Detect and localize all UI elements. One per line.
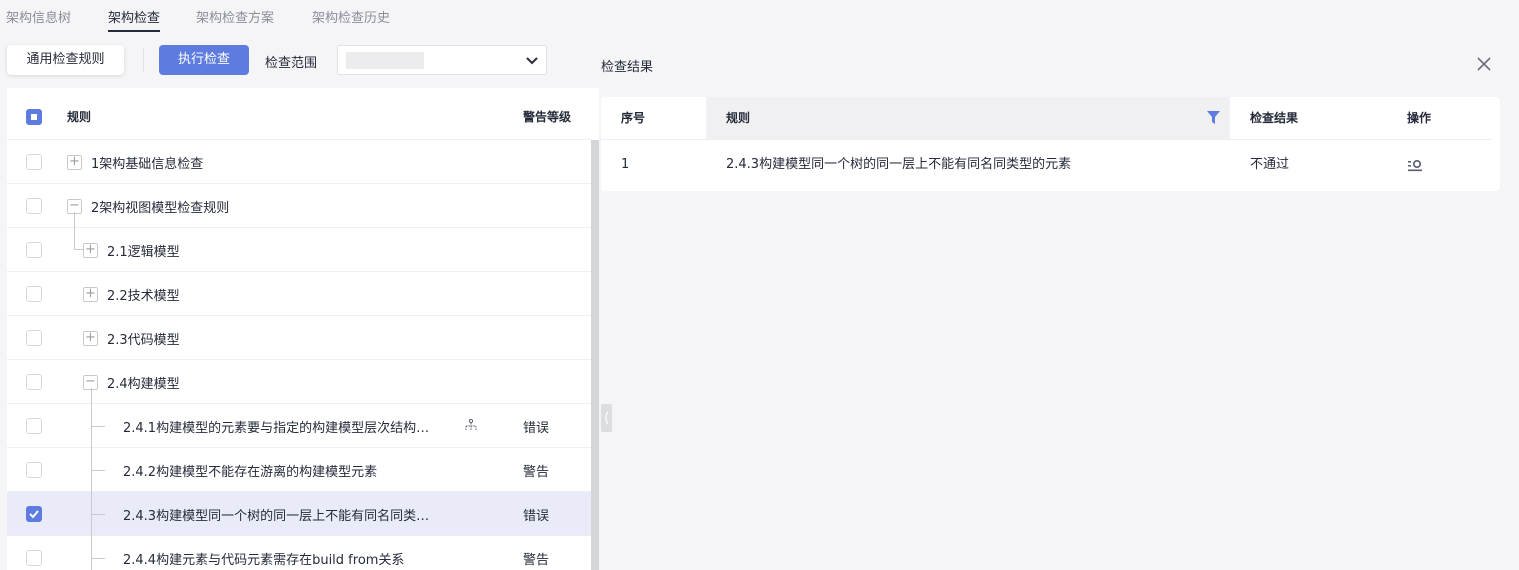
- rule-label: 2.1逻辑模型: [107, 245, 180, 260]
- expand-icon[interactable]: +: [83, 287, 98, 302]
- tree-line: [91, 514, 105, 515]
- rule-header-bg: [706, 97, 1230, 139]
- scope-value: [346, 52, 424, 69]
- scope-label: 检查范围: [265, 56, 318, 71]
- row-checkbox[interactable]: [26, 242, 42, 258]
- filter-icon[interactable]: [1207, 111, 1220, 124]
- warning-level: 警告: [523, 465, 550, 480]
- expand-icon[interactable]: +: [67, 155, 82, 170]
- rule-label: 2.3代码模型: [107, 333, 180, 348]
- chevron-down-icon: [526, 57, 538, 65]
- rule-label: 2.2技术模型: [107, 289, 180, 304]
- tree-row[interactable]: −2架构视图模型检查规则: [7, 183, 591, 227]
- tree-header: 规则 警告等级: [7, 88, 591, 139]
- row-checkbox[interactable]: [26, 330, 42, 346]
- scope-select[interactable]: [337, 45, 547, 75]
- collapse-handle[interactable]: ⟨: [601, 404, 612, 432]
- header-rule: 规则: [67, 110, 92, 124]
- rule-label: 2.4.1构建模型的元素要与指定的构建模型层次结构…: [123, 421, 430, 436]
- expand-icon[interactable]: +: [83, 331, 98, 346]
- scrollbar[interactable]: [591, 140, 599, 570]
- tree-row[interactable]: 2.4.4构建元素与代码元素需存在build from关系 警告: [7, 535, 591, 570]
- row-checkbox[interactable]: [26, 286, 42, 302]
- header-result: 检查结果: [1250, 111, 1299, 125]
- tree-row[interactable]: 2.4.2构建模型不能存在游离的构建模型元素 警告: [7, 447, 591, 491]
- run-check-button[interactable]: 执行检查: [159, 45, 249, 75]
- cell-index: 1: [621, 157, 630, 172]
- tree-line: [91, 388, 92, 570]
- tree-line: [74, 249, 84, 250]
- row-checkbox[interactable]: [26, 374, 42, 390]
- tree-line: [91, 558, 105, 559]
- close-icon[interactable]: [1477, 57, 1491, 71]
- rule-label: 2.4.4构建元素与代码元素需存在build from关系: [123, 553, 405, 568]
- header-rule: 规则: [726, 111, 751, 125]
- rule-label: 2架构视图模型检查规则: [91, 201, 230, 216]
- tree-row[interactable]: +2.1逻辑模型: [7, 227, 591, 271]
- header-action: 操作: [1407, 111, 1432, 125]
- results-table: 序号 规则 检查结果 操作 1 2.4.3构建模型同一个树的同一层上不能有同名同…: [601, 97, 1500, 191]
- row-checkbox[interactable]: [26, 462, 42, 478]
- rule-label: 2.4.3构建模型同一个树的同一层上不能有同名同类…: [123, 509, 430, 524]
- select-all-checkbox[interactable]: [26, 109, 42, 125]
- tree-row[interactable]: +2.3代码模型: [7, 315, 591, 359]
- view-detail-icon[interactable]: [1408, 159, 1422, 172]
- expand-icon[interactable]: +: [83, 243, 98, 258]
- warning-level: 错误: [523, 509, 550, 524]
- warning-level: 警告: [523, 553, 550, 568]
- general-rules-button[interactable]: 通用检查规则: [7, 45, 124, 75]
- row-checkbox[interactable]: [26, 506, 42, 522]
- cell-result: 不通过: [1250, 157, 1290, 172]
- rule-label: 2.4.2构建模型不能存在游离的构建模型元素: [123, 465, 378, 480]
- tree-row[interactable]: −2.4构建模型: [7, 359, 591, 403]
- rule-label: 1架构基础信息检查: [91, 157, 204, 172]
- rules-tree-table: 规则 警告等级 +1架构基础信息检查 −2架构视图模型检查规则 +2.1逻辑模型 +2…: [7, 88, 599, 570]
- tab-arch-check[interactable]: 架构检查: [108, 7, 161, 32]
- tree-line: [91, 470, 105, 471]
- results-title: 检查结果: [601, 60, 654, 75]
- tab-info-tree[interactable]: 架构信息树: [6, 7, 71, 26]
- row-checkbox[interactable]: [26, 154, 42, 170]
- tree-row[interactable]: +1架构基础信息检查: [7, 139, 591, 183]
- rule-label: 2.4构建模型: [107, 377, 180, 392]
- row-checkbox[interactable]: [26, 198, 42, 214]
- divider: [143, 48, 144, 72]
- hierarchy-icon[interactable]: [465, 419, 477, 431]
- tree-row[interactable]: 2.4.3构建模型同一个树的同一层上不能有同名同类… 错误: [7, 491, 591, 535]
- header-level: 警告等级: [523, 110, 572, 124]
- tree-line: [74, 212, 75, 250]
- tab-check-plan[interactable]: 架构检查方案: [196, 7, 274, 26]
- tree-row[interactable]: +2.2技术模型: [7, 271, 591, 315]
- tree-row[interactable]: 2.4.1构建模型的元素要与指定的构建模型层次结构… 错误: [7, 403, 591, 447]
- row-checkbox[interactable]: [26, 550, 42, 566]
- row-checkbox[interactable]: [26, 418, 42, 434]
- tab-check-history[interactable]: 架构检查历史: [312, 7, 390, 26]
- cell-rule: 2.4.3构建模型同一个树的同一层上不能有同名同类型的元素: [726, 157, 1072, 172]
- warning-level: 错误: [523, 421, 550, 436]
- header-index: 序号: [621, 111, 646, 125]
- tree-line: [91, 426, 105, 427]
